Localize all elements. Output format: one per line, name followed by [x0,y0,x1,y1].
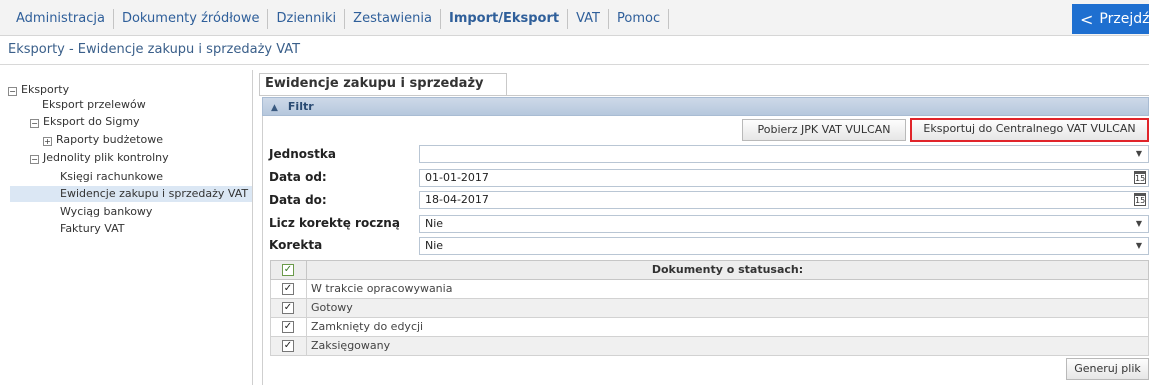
row-checkbox[interactable]: ✓ [282,283,294,295]
tree-item-label: Księgi rachunkowe [60,170,164,183]
dropdown-arrow-icon[interactable]: ▼ [1136,238,1142,254]
tree-item-faktury-vat[interactable]: Faktury VAT [60,221,124,237]
data-od-value: 01-01-2017 [425,171,489,184]
collapse-icon[interactable]: − [30,155,39,164]
grid-column-title: Dokumenty o statusach: [651,263,804,276]
table-row[interactable]: ✓ Zamknięty do edycji [270,318,1149,337]
tree-item-eksport-do-sigmy[interactable]: − Eksport do Sigmy [30,114,140,130]
panel-border [262,116,263,385]
licz-korekte-value: Nie [425,217,444,230]
menu-item-dzienniki[interactable]: Dzienniki [268,9,346,29]
korekta-select[interactable]: Nie ▼ [419,237,1149,255]
tree-item-ksiegi-rachunkowe[interactable]: Księgi rachunkowe [60,169,163,185]
data-do-value: 18-04-2017 [425,193,489,206]
row-label: W trakcie opracowywania [311,282,453,295]
przejdz-button[interactable]: < Przejdź [1072,4,1149,34]
menu-item-vat[interactable]: VAT [568,9,609,29]
checkbox-cell: ✓ [271,280,307,298]
filter-label: Filtr [287,100,314,113]
tree-item-label: Wyciąg bankowy [60,205,153,218]
checkbox-cell: ✓ [271,318,307,336]
korekta-value: Nie [425,239,444,252]
tree-item-label: Jednolity plik kontrolny [43,151,169,164]
menu-item-dokumenty-zrodlowe[interactable]: Dokumenty źródłowe [114,9,269,29]
menu-item-import-eksport[interactable]: Import/Eksport [441,9,569,29]
collapse-icon[interactable]: − [30,119,39,128]
top-menu-bar: Administracja Dokumenty źródłowe Dzienni… [0,0,1149,36]
row-label: Zaksięgowany [311,339,391,352]
tree-item-label: Eksport przelewów [42,98,146,111]
data-od-field[interactable]: 01-01-2017 15 [419,169,1149,187]
tab-ewidencje[interactable]: Ewidencje zakupu i sprzedaży VAT [259,73,507,111]
tree-item-label: Ewidencje zakupu i sprzedaży VAT [60,187,249,200]
menu-item-pomoc[interactable]: Pomoc [609,9,670,29]
tree-item-jednolity-plik-kontrolny[interactable]: − Jednolity plik kontrolny [30,150,169,166]
dropdown-arrow-icon[interactable]: ▼ [1136,216,1142,232]
tree-item-wyciag-bankowy[interactable]: Wyciąg bankowy [60,204,152,220]
tab-divider [259,95,1149,96]
filter-panel-header[interactable]: ▲ Filtr [262,97,1149,116]
page-title: Eksporty - Ewidencje zakupu i sprzedaży … [8,42,301,57]
data-do-label: Data do: [269,193,327,207]
row-checkbox[interactable]: ✓ [282,340,294,352]
przejdz-label: Przejdź [1099,11,1149,27]
licz-korekte-label: Licz korektę roczną [269,216,400,230]
divider [0,64,1149,65]
data-od-label: Data od: [269,170,327,184]
checkbox-cell: ✓ [271,337,307,355]
collapse-icon[interactable]: − [8,87,17,96]
dropdown-arrow-icon[interactable]: ▼ [1136,146,1142,162]
calendar-icon[interactable]: 15 [1134,193,1146,206]
row-checkbox[interactable]: ✓ [282,302,294,314]
generuj-plik-button[interactable]: Generuj plik [1066,358,1149,380]
table-row[interactable]: ✓ Gotowy [270,299,1149,318]
tree-item-ewidencje-vat[interactable]: Ewidencje zakupu i sprzedaży VAT [10,186,252,202]
checkbox-cell: ✓ [271,299,307,317]
row-checkbox[interactable]: ✓ [282,321,294,333]
tree-item-label: Faktury VAT [60,222,125,235]
tree-item-eksporty[interactable]: − Eksporty [8,82,69,98]
tree-item-eksport-przelewow[interactable]: Eksport przelewów [42,97,146,113]
expand-icon[interactable]: + [43,137,52,146]
korekta-label: Korekta [269,238,323,252]
menu-item-zestawienia[interactable]: Zestawienia [345,9,441,29]
row-label: Zamknięty do edycji [311,320,424,333]
row-label: Gotowy [311,301,353,314]
jednostka-select[interactable]: ▼ [419,145,1149,163]
collapse-triangle-icon[interactable]: ▲ [271,100,278,117]
jednostka-label: Jednostka [269,147,336,161]
tree-item-raporty-budzetowe[interactable]: + Raporty budżetowe [43,132,163,148]
main-menu: Administracja Dokumenty źródłowe Dzienni… [8,9,670,29]
licz-korekte-select[interactable]: Nie ▼ [419,215,1149,233]
select-all-cell: ✓ [271,261,307,279]
menu-item-administracja[interactable]: Administracja [8,9,114,29]
pobierz-jpk-button[interactable]: Pobierz JPK VAT VULCAN [742,119,906,141]
sidebar-tree: − Eksporty Eksport przelewów − Eksport do … [0,70,253,385]
table-row[interactable]: ✓ W trakcie opracowywania [270,280,1149,299]
calendar-icon[interactable]: 15 [1134,171,1146,184]
tree-item-label: Raporty budżetowe [56,133,163,146]
chevron-left-icon: < [1080,9,1094,29]
tree-item-label: Eksporty [21,83,70,96]
data-do-field[interactable]: 18-04-2017 15 [419,191,1149,209]
tree-item-label: Eksport do Sigmy [43,115,140,128]
select-all-checkbox[interactable]: ✓ [282,264,294,276]
grid-header: ✓ Dokumenty o statusach: [270,260,1149,280]
eksportuj-centralny-vat-button[interactable]: Eksportuj do Centralnego VAT VULCAN [910,118,1149,142]
table-row[interactable]: ✓ Zaksięgowany [270,337,1149,356]
